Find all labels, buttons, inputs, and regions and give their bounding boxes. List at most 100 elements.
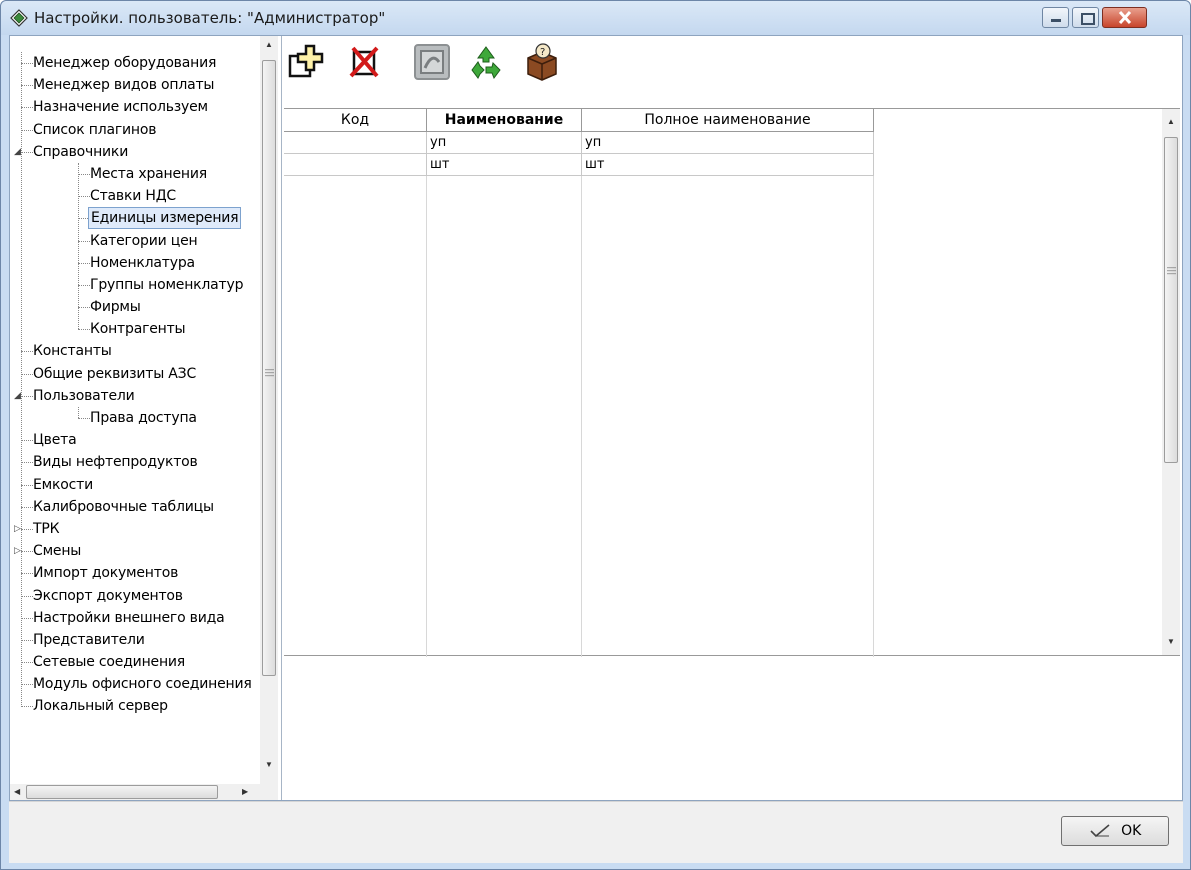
tree-item[interactable]: Контрагенты bbox=[10, 318, 260, 340]
tree-item[interactable]: Фирмы bbox=[10, 296, 260, 318]
tree-item-label: Фирмы bbox=[90, 299, 141, 316]
add-record-icon bbox=[288, 44, 324, 78]
tree-item[interactable]: Единицы измерения bbox=[10, 207, 260, 230]
tree-item[interactable]: Группы номенклатур bbox=[10, 274, 260, 296]
column-header-code[interactable]: Код bbox=[284, 109, 427, 132]
tree-item[interactable]: Общие реквизиты АЗС bbox=[10, 363, 260, 385]
tree-connector bbox=[21, 63, 33, 64]
ok-button-label: OK bbox=[1121, 823, 1142, 839]
scroll-right-arrow-icon[interactable]: ▶ bbox=[242, 787, 248, 796]
tree-item-label: ТРК bbox=[33, 520, 60, 537]
scroll-down-arrow-icon[interactable]: ▼ bbox=[265, 760, 273, 769]
tree-item[interactable]: Настройки внешнего вида bbox=[10, 607, 260, 629]
tree-connector bbox=[21, 462, 33, 464]
tree-item[interactable]: Калибровочные таблицы bbox=[10, 496, 260, 518]
tree-item[interactable]: Экспорт документов bbox=[10, 585, 260, 607]
cell-name[interactable]: шт bbox=[427, 154, 582, 176]
tree-connector bbox=[21, 85, 33, 87]
tree-connector bbox=[21, 595, 33, 597]
tree-item-label: Менеджер оборудования bbox=[33, 55, 217, 71]
title-bar[interactable]: Настройки. пользователь: "Администратор" bbox=[1, 1, 1190, 35]
tree-item-label: Номенклатура bbox=[90, 254, 195, 271]
help-button[interactable]: ? bbox=[522, 42, 562, 82]
scroll-left-arrow-icon[interactable]: ◀ bbox=[14, 787, 20, 796]
tree-item-label: Локальный сервер bbox=[33, 698, 168, 715]
tree-item[interactable]: Номенклатура bbox=[10, 252, 260, 274]
tree-item-label: Единицы измерения bbox=[88, 207, 242, 230]
tree-item[interactable]: ◢ Пользователи bbox=[10, 385, 260, 407]
tree-item-label: Пользователи bbox=[33, 387, 135, 404]
tree-item[interactable]: Сетевые соединения bbox=[10, 651, 260, 673]
minimize-button[interactable] bbox=[1042, 7, 1069, 28]
tree-item[interactable]: Категории цен bbox=[10, 230, 260, 252]
maximize-button[interactable] bbox=[1072, 7, 1099, 28]
tree-item[interactable]: Локальный сервер bbox=[10, 695, 260, 717]
ok-button[interactable]: OK bbox=[1061, 816, 1169, 846]
column-divider bbox=[426, 132, 427, 657]
tree-item[interactable]: ▷ Смены bbox=[10, 540, 260, 562]
tree-vertical-scrollbar[interactable]: ▲ ― ― ― ▼ bbox=[260, 36, 278, 784]
refresh-button[interactable] bbox=[466, 42, 506, 82]
tree-item[interactable]: Менеджер оборудования bbox=[10, 52, 260, 74]
tree-item[interactable]: ▷ ТРК bbox=[10, 518, 260, 540]
tree-item[interactable]: Виды нефтепродуктов bbox=[10, 451, 260, 473]
tree-connector bbox=[21, 639, 33, 641]
tree-item[interactable]: Права доступа bbox=[10, 407, 260, 429]
client-area: Менеджер оборудования Менеджер видов опла… bbox=[9, 35, 1183, 801]
tree-item[interactable]: Ставки НДС bbox=[10, 185, 260, 207]
tree-connector bbox=[78, 163, 79, 330]
tree-connector bbox=[21, 506, 33, 508]
column-header-name[interactable]: Наименование bbox=[427, 109, 582, 132]
grid-vertical-scrollbar[interactable]: ▲ ― ― ― ▼ bbox=[1162, 109, 1180, 655]
close-icon bbox=[1118, 11, 1132, 24]
tree-item[interactable]: Емкости bbox=[10, 474, 260, 496]
scroll-down-arrow-icon[interactable]: ▼ bbox=[1167, 637, 1175, 646]
cell-full-name[interactable]: уп bbox=[582, 132, 874, 154]
tree-item[interactable]: Список плагинов bbox=[10, 119, 260, 141]
tree-item-label: Справочники bbox=[33, 143, 129, 160]
tree-connector bbox=[21, 551, 33, 553]
close-button[interactable] bbox=[1102, 7, 1147, 28]
tree-item[interactable]: ◢ Справочники bbox=[10, 141, 260, 163]
tree-hscroll-thumb[interactable] bbox=[26, 785, 218, 799]
tree-item-label: Импорт документов bbox=[33, 565, 179, 582]
tree-item-label: Группы номенклатур bbox=[90, 276, 244, 293]
scroll-up-arrow-icon[interactable]: ▲ bbox=[265, 40, 273, 49]
edit-button[interactable] bbox=[412, 42, 452, 82]
svg-text:?: ? bbox=[540, 47, 545, 58]
grip-icon: ― ― ― bbox=[265, 364, 274, 380]
tree-item-label: Сетевые соединения bbox=[33, 654, 186, 671]
tree-item[interactable]: Представители bbox=[10, 629, 260, 651]
tree-item[interactable]: Константы bbox=[10, 340, 260, 362]
tree-item[interactable]: Цвета bbox=[10, 429, 260, 451]
tree-item-label: Категории цен bbox=[90, 232, 198, 249]
scroll-corner bbox=[260, 784, 278, 800]
tree-item[interactable]: Импорт документов bbox=[10, 562, 260, 584]
tree-connector bbox=[78, 196, 90, 198]
settings-window: Настройки. пользователь: "Администратор"… bbox=[0, 0, 1191, 870]
tree-item[interactable]: Назначение используем bbox=[10, 96, 260, 118]
cell-full-name[interactable]: шт bbox=[582, 154, 874, 176]
tree-item-label: Представители bbox=[33, 631, 145, 648]
tree-item-label: Список плагинов bbox=[33, 121, 157, 138]
tree-item[interactable]: Места хранения bbox=[10, 163, 260, 185]
detail-pane bbox=[284, 658, 1180, 800]
tree-item-label: Ставки НДС bbox=[90, 188, 177, 205]
tree-item-label: Места хранения bbox=[90, 165, 207, 182]
cell-code[interactable] bbox=[284, 154, 427, 176]
scroll-up-arrow-icon[interactable]: ▲ bbox=[1167, 117, 1175, 126]
tree-item-label: Настройки внешнего вида bbox=[33, 609, 225, 626]
tree-item[interactable]: Менеджер видов оплаты bbox=[10, 74, 260, 96]
column-divider bbox=[873, 132, 874, 657]
cell-code[interactable] bbox=[284, 132, 427, 154]
tree-horizontal-scrollbar[interactable]: ◀ ▶ bbox=[10, 784, 260, 800]
add-button[interactable] bbox=[286, 42, 326, 82]
tree-connector bbox=[21, 351, 33, 353]
tree-item-label: Смены bbox=[33, 543, 82, 560]
cell-name[interactable]: уп bbox=[427, 132, 582, 154]
column-header-full-name[interactable]: Полное наименование bbox=[582, 109, 874, 132]
tree-item-label: Константы bbox=[33, 343, 112, 360]
tree-item[interactable]: Модуль офисного соединения bbox=[10, 673, 260, 695]
grid-scroll-thumb[interactable] bbox=[1164, 137, 1178, 463]
delete-button[interactable] bbox=[344, 42, 384, 82]
